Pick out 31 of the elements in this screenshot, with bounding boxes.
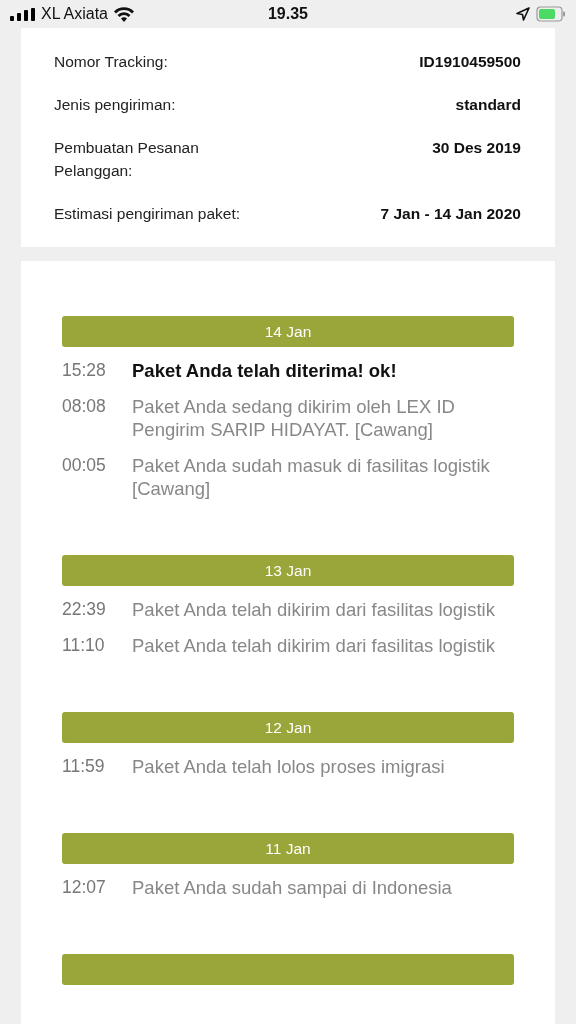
event-time: 22:39 bbox=[62, 598, 107, 621]
info-value: 7 Jan - 14 Jan 2020 bbox=[380, 204, 521, 224]
event-text: Paket Anda telah lolos proses imigrasi bbox=[132, 755, 446, 778]
wifi-icon bbox=[113, 6, 135, 22]
event-text: Paket Anda telah dikirim dari fasilitas logistik bbox=[132, 598, 496, 621]
event-time: 11:10 bbox=[62, 634, 106, 657]
event-time: 11:59 bbox=[62, 755, 106, 778]
clock-time: 19.35 bbox=[266, 5, 309, 23]
date-bar: 13 Jan bbox=[62, 555, 514, 586]
info-value: 30 Des 2019 bbox=[431, 138, 521, 158]
info-value: standard bbox=[454, 95, 521, 115]
info-label: Pembuatan Pesanan Pelanggan: bbox=[54, 138, 200, 181]
event-time: 12:07 bbox=[62, 876, 107, 899]
info-label: Nomor Tracking: bbox=[54, 52, 169, 72]
event-time: 15:28 bbox=[62, 359, 107, 382]
event-text: Paket Anda sedang dikirim oleh LEX ID Pengirim SARIP HIDAYAT. [Cawang] bbox=[132, 395, 456, 441]
info-label: Estimasi pengiriman paket: bbox=[54, 204, 242, 224]
date-bar: 11 Jan bbox=[62, 833, 514, 864]
event-time: 00:05 bbox=[62, 454, 107, 477]
carrier-name: XL Axiata bbox=[41, 5, 108, 23]
event-text: Paket Anda sudah sampai di Indonesia bbox=[132, 876, 453, 899]
date-bar: 14 Jan bbox=[62, 316, 514, 347]
location-icon bbox=[516, 7, 530, 21]
event-text: Paket Anda telah diterima! ok! bbox=[132, 359, 398, 382]
event-text: Paket Anda telah dikirim dari fasilitas logistik bbox=[132, 634, 496, 657]
event-text: Paket Anda sudah masuk di fasilitas logistik [Cawang] bbox=[132, 454, 491, 500]
info-label: Jenis pengiriman: bbox=[54, 95, 177, 115]
info-value: ID1910459500 bbox=[418, 52, 521, 72]
date-bar: 12 Jan bbox=[62, 712, 514, 743]
signal-icon bbox=[10, 7, 36, 21]
event-time: 08:08 bbox=[62, 395, 107, 418]
